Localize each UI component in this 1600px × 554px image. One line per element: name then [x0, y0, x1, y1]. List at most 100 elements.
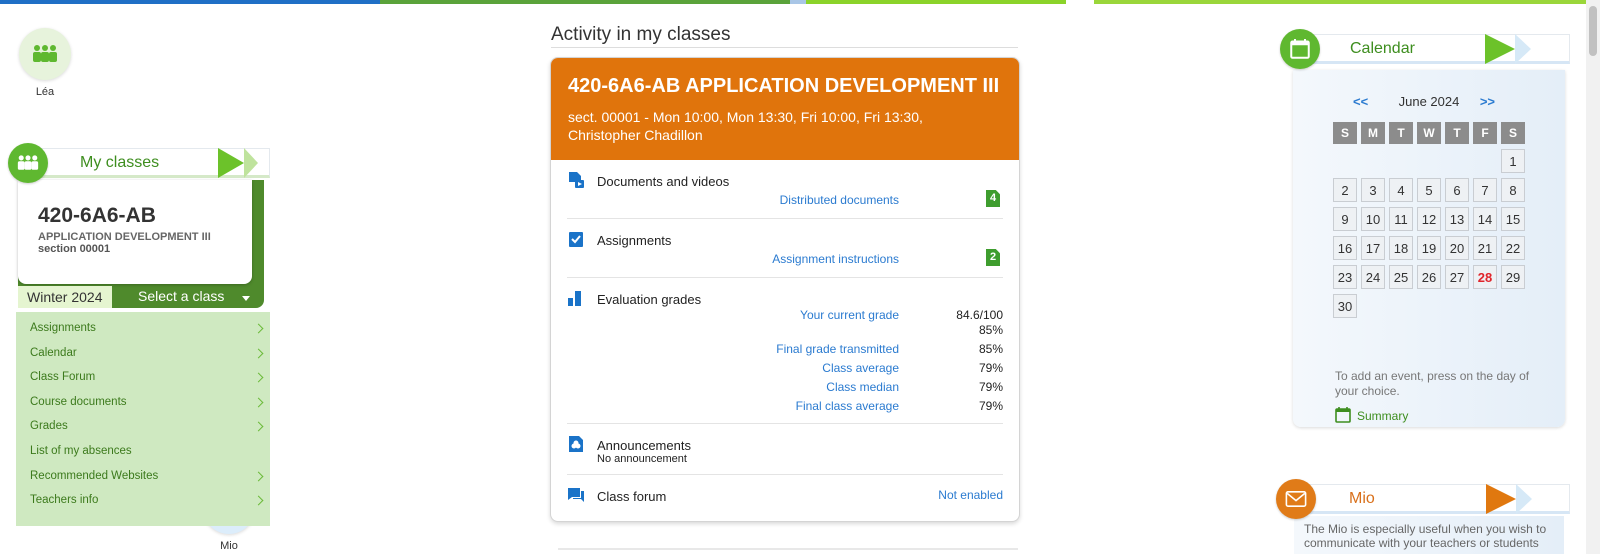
- calendar-day[interactable]: 19: [1417, 236, 1441, 260]
- calendar-day[interactable]: 21: [1473, 236, 1497, 260]
- course-title: 420-6A6-AB APPLICATION DEVELOPMENT III: [568, 75, 1000, 97]
- assignment-count-badge[interactable]: 2: [986, 249, 1000, 266]
- documents-title: Documents and videos: [597, 174, 730, 189]
- previous-month-button[interactable]: <<: [1353, 94, 1368, 109]
- class-menu-item[interactable]: List of my absences: [16, 439, 270, 464]
- course-activity-card: 420-6A6-AB APPLICATION DEVELOPMENT III s…: [550, 57, 1020, 522]
- term-label: Winter 2024: [18, 286, 112, 308]
- grade-row-label[interactable]: Your current grade: [800, 308, 899, 322]
- grades-title: Evaluation grades: [597, 292, 702, 307]
- calendar-day[interactable]: 7: [1473, 178, 1497, 202]
- calendar-hint: To add an event, press on the day of you…: [1335, 369, 1530, 398]
- quick-access-label: Léa: [35, 86, 55, 98]
- current-class-card[interactable]: 420-6A6-AB APPLICATION DEVELOPMENT III s…: [18, 180, 252, 284]
- class-menu-item[interactable]: Grades: [16, 414, 270, 439]
- class-group-icon: [19, 28, 71, 80]
- select-class-dropdown[interactable]: Select a class: [122, 285, 262, 307]
- class-menu-item-label: Grades: [30, 420, 68, 433]
- distributed-documents-link[interactable]: Distributed documents: [780, 193, 899, 207]
- grade-row-label[interactable]: Class average: [822, 361, 899, 375]
- weekday-header: T: [1389, 122, 1413, 144]
- calendar-day[interactable]: 10: [1361, 207, 1385, 231]
- grades-section: Evaluation grades Your current grade 84.…: [567, 278, 1003, 424]
- quick-access-lea[interactable]: Léa: [15, 28, 75, 98]
- calendar-day[interactable]: 17: [1361, 236, 1385, 260]
- calendar-day[interactable]: 2: [1333, 178, 1357, 202]
- calendar-day[interactable]: 11: [1389, 207, 1413, 231]
- class-menu-item-label: Course documents: [30, 395, 127, 408]
- forum-chat-icon: [568, 488, 584, 502]
- announcements-title[interactable]: Announcements: [597, 438, 691, 453]
- calendar-day[interactable]: 8: [1501, 178, 1525, 202]
- grade-row-percent: 85%: [978, 323, 1003, 337]
- summary-label: Summary: [1357, 409, 1409, 423]
- calendar-day[interactable]: 15: [1501, 207, 1525, 231]
- calendar-title: Calendar: [1350, 40, 1415, 57]
- class-menu-item[interactable]: Calendar: [16, 341, 270, 366]
- grade-row-label[interactable]: Class median: [826, 380, 899, 394]
- mio-description: The Mio is especially useful when you wi…: [1294, 516, 1564, 554]
- course-header[interactable]: 420-6A6-AB APPLICATION DEVELOPMENT III s…: [551, 58, 1019, 160]
- class-menu-item[interactable]: Class Forum: [16, 365, 270, 390]
- calendar-day[interactable]: 25: [1389, 265, 1413, 289]
- calendar-month-label: June 2024: [1398, 94, 1460, 109]
- chevron-right-icon: [253, 397, 264, 408]
- course-schedule: sect. 00001 - Mon 10:00, Mon 13:30, Fri …: [568, 109, 923, 143]
- calendar-day[interactable]: 14: [1473, 207, 1497, 231]
- calendar-nav: << June 2024 >>: [1293, 94, 1565, 109]
- grade-row-label[interactable]: Final class average: [796, 399, 899, 413]
- calendar-day[interactable]: 6: [1445, 178, 1469, 202]
- calendar-day[interactable]: 1: [1501, 149, 1525, 173]
- bar-chart-icon: [568, 291, 581, 306]
- calendar-day[interactable]: 20: [1445, 236, 1469, 260]
- class-menu-item-label: List of my absences: [30, 444, 132, 457]
- calendar-body: << June 2024 >> S M T W T F S 1 2 3 4 5 6 7 8 9 10 11 12 13…: [1293, 70, 1565, 427]
- grade-row-label[interactable]: Final grade transmitted: [776, 342, 899, 356]
- calendar-day[interactable]: 9: [1333, 207, 1357, 231]
- chevron-right-icon: [253, 372, 264, 383]
- mio-panel: The Mio is especially useful when you wi…: [1276, 479, 1570, 554]
- weekday-header: M: [1361, 122, 1385, 144]
- calendar-day[interactable]: 22: [1501, 236, 1525, 260]
- calendar-day[interactable]: 26: [1417, 265, 1441, 289]
- calendar-day[interactable]: 3: [1361, 178, 1385, 202]
- weekday-header: S: [1501, 122, 1525, 144]
- divider: [551, 47, 1018, 48]
- assignment-instructions-link[interactable]: Assignment instructions: [772, 252, 899, 266]
- weekday-header: W: [1417, 122, 1441, 144]
- next-month-button[interactable]: >>: [1480, 94, 1495, 109]
- class-menu-item-label: Calendar: [30, 346, 77, 359]
- documents-section: Documents and videos Distributed documen…: [567, 160, 1003, 219]
- class-section: section 00001: [38, 243, 111, 255]
- calendar-day[interactable]: 12: [1417, 207, 1441, 231]
- class-menu-item-label: Assignments: [30, 322, 96, 334]
- class-menu-item[interactable]: Recommended Websites: [16, 464, 270, 489]
- calendar-day[interactable]: 29: [1501, 265, 1525, 289]
- calendar-day[interactable]: 23: [1333, 265, 1357, 289]
- calendar-day[interactable]: 4: [1389, 178, 1413, 202]
- weekday-header: F: [1473, 122, 1497, 144]
- calendar-day[interactable]: 5: [1417, 178, 1441, 202]
- calendar-day-today[interactable]: 28: [1473, 265, 1497, 289]
- weekday-header: S: [1333, 122, 1357, 144]
- calendar-day[interactable]: 24: [1361, 265, 1385, 289]
- calendar-day[interactable]: 16: [1333, 236, 1357, 260]
- calendar-day[interactable]: 30: [1333, 294, 1357, 318]
- page-scrollbar[interactable]: [1586, 0, 1600, 554]
- class-menu: Assignments Calendar Class Forum Course doc…: [16, 312, 270, 526]
- document-count-badge[interactable]: 4: [986, 190, 1000, 207]
- scrollbar-thumb[interactable]: [1589, 6, 1597, 56]
- calendar-day[interactable]: 27: [1445, 265, 1469, 289]
- calendar-icon: [1335, 407, 1351, 423]
- class-menu-item[interactable]: Assignments: [16, 316, 270, 341]
- calendar-day[interactable]: 13: [1445, 207, 1469, 231]
- top-banner-stripe: [0, 0, 1600, 4]
- activity-heading: Activity in my classes: [551, 24, 731, 45]
- class-code: 420-6A6-AB: [38, 204, 156, 227]
- calendar-day[interactable]: 18: [1389, 236, 1413, 260]
- class-menu-item[interactable]: Teachers info: [16, 488, 270, 513]
- calendar-icon: [1280, 29, 1320, 69]
- forum-status: Not enabled: [938, 488, 1003, 502]
- class-menu-item[interactable]: Course documents: [16, 390, 270, 415]
- assignment-check-icon: [569, 232, 583, 247]
